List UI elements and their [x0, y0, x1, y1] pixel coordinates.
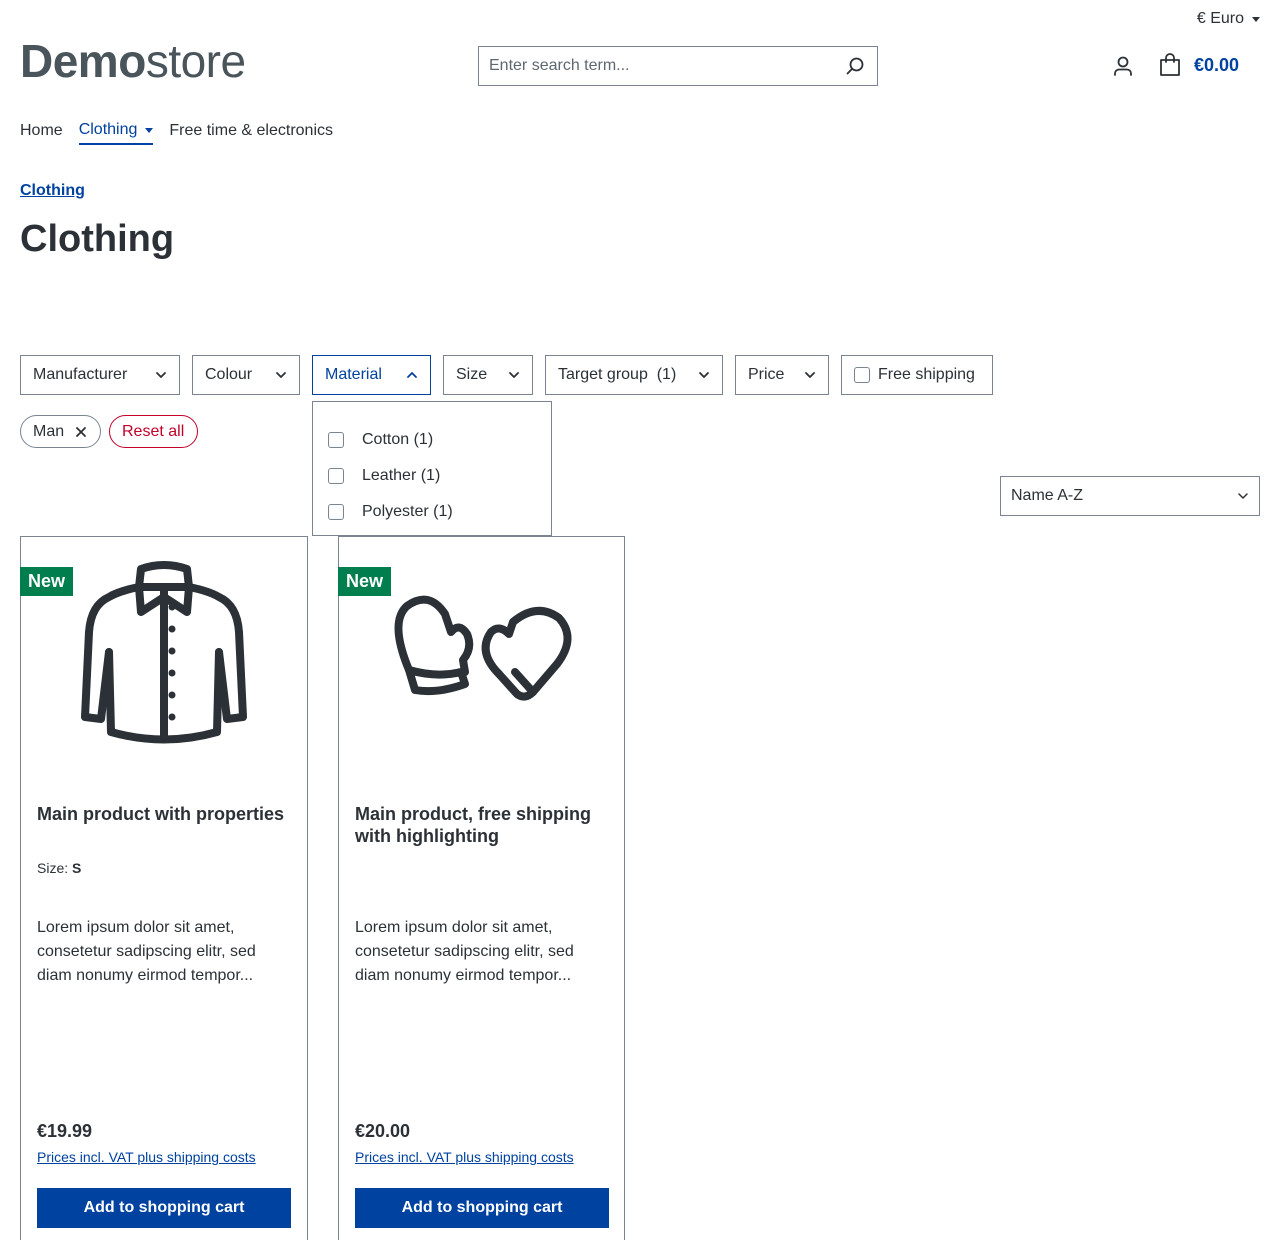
chip-label: Man — [33, 422, 65, 440]
chevron-down-icon — [156, 372, 166, 378]
nav-item-home[interactable]: Home — [20, 121, 63, 145]
logo-light: store — [145, 35, 246, 87]
filter-label: Manufacturer — [33, 366, 128, 383]
option-checkbox[interactable] — [328, 504, 344, 520]
main-navigation: Home Clothing Free time & electronics — [20, 121, 333, 145]
filter-material[interactable]: Material — [312, 355, 431, 395]
property-value: S — [72, 860, 82, 876]
sort-select[interactable]: Name A-Z — [1000, 476, 1260, 516]
product-card: New Main product with properties Size: S… — [20, 536, 308, 1240]
add-to-cart-button[interactable]: Add to shopping cart — [355, 1188, 609, 1228]
filter-label: Free shipping — [878, 366, 975, 383]
product-name[interactable]: Main product with properties — [37, 803, 293, 825]
currency-selector[interactable]: € Euro — [1197, 10, 1260, 28]
filter-size[interactable]: Size — [443, 355, 533, 395]
chevron-down-icon — [699, 372, 709, 378]
active-filter-chip[interactable]: Man — [20, 415, 101, 448]
chevron-down-icon — [805, 372, 815, 378]
chevron-down-icon — [1238, 493, 1248, 499]
close-icon[interactable] — [76, 426, 87, 437]
product-description: Lorem ipsum dolor sit amet, consetetur s… — [355, 919, 574, 984]
material-option-polyester[interactable]: Polyester (1) — [313, 494, 551, 530]
vat-shipping-link[interactable]: Prices incl. VAT plus shipping costs — [37, 1149, 256, 1165]
search-input[interactable] — [479, 47, 833, 85]
filter-label: Colour — [205, 366, 253, 383]
reset-all-label: Reset all — [122, 422, 185, 440]
filter-label: Size — [456, 366, 488, 383]
option-label: Polyester (1) — [362, 503, 453, 520]
product-card: New Main product, free shipping with hig… — [338, 536, 625, 1240]
new-badge: New — [338, 567, 392, 596]
nav-item-clothing[interactable]: Clothing — [78, 121, 154, 145]
mittens-icon — [394, 595, 571, 701]
page-title: Clothing — [20, 218, 175, 260]
chevron-down-icon — [276, 372, 286, 378]
filter-target-group[interactable]: Target group (1) — [545, 355, 723, 395]
product-property: Size: S — [37, 860, 81, 876]
new-badge: New — [20, 567, 74, 596]
filter-label: Target group (1) — [558, 366, 677, 383]
option-label: Leather (1) — [362, 467, 441, 484]
logo-bold: Demo — [20, 35, 146, 87]
search-icon — [846, 57, 864, 75]
reset-all-button[interactable]: Reset all — [109, 415, 198, 448]
filter-colour[interactable]: Colour — [192, 355, 300, 395]
product-price: €19.99 — [37, 1121, 93, 1141]
nav-item-label: Free time & electronics — [169, 122, 333, 139]
search-button[interactable] — [833, 47, 877, 85]
property-label: Size: — [37, 860, 69, 876]
material-dropdown: Cotton (1) Leather (1) Polyester (1) — [312, 401, 552, 536]
user-icon — [1114, 56, 1132, 76]
filter-manufacturer[interactable]: Manufacturer — [20, 355, 180, 395]
option-label: Cotton (1) — [362, 431, 434, 448]
option-checkbox[interactable] — [328, 468, 344, 484]
caret-down-icon — [145, 127, 154, 133]
chevron-down-icon — [509, 372, 519, 378]
nav-item-label: Home — [20, 122, 63, 139]
search-bar — [478, 46, 878, 86]
add-to-cart-button[interactable]: Add to shopping cart — [37, 1188, 291, 1228]
breadcrumb[interactable]: Clothing — [20, 182, 85, 200]
account-button[interactable] — [1111, 54, 1135, 78]
jacket-icon — [81, 561, 247, 744]
sort-selected: Name A-Z — [1011, 487, 1084, 504]
chevron-up-icon — [407, 372, 417, 378]
free-shipping-checkbox[interactable] — [854, 367, 870, 383]
cart-total: €0.00 — [1194, 54, 1240, 75]
filter-free-shipping[interactable]: Free shipping — [841, 355, 993, 395]
vat-shipping-link[interactable]: Prices incl. VAT plus shipping costs — [355, 1149, 574, 1165]
cart-button[interactable]: €0.00 — [1158, 52, 1239, 78]
shopping-bag-icon — [1160, 53, 1180, 76]
product-name[interactable]: Main product, free shipping with highlig… — [355, 803, 611, 847]
nav-item-label: Clothing — [78, 121, 138, 138]
product-price: €20.00 — [355, 1121, 411, 1141]
material-option-leather[interactable]: Leather (1) — [313, 458, 551, 494]
filter-label: Material — [325, 366, 382, 383]
product-description: Lorem ipsum dolor sit amet, consetetur s… — [37, 919, 256, 984]
filter-price[interactable]: Price — [735, 355, 829, 395]
caret-down-icon — [1252, 16, 1260, 22]
option-checkbox[interactable] — [328, 432, 344, 448]
logo[interactable]: Demostore — [20, 38, 246, 84]
material-option-cotton[interactable]: Cotton (1) — [313, 422, 551, 458]
nav-item-free-time[interactable]: Free time & electronics — [169, 121, 333, 145]
currency-label: € Euro — [1196, 10, 1244, 27]
filter-label: Price — [748, 366, 785, 383]
